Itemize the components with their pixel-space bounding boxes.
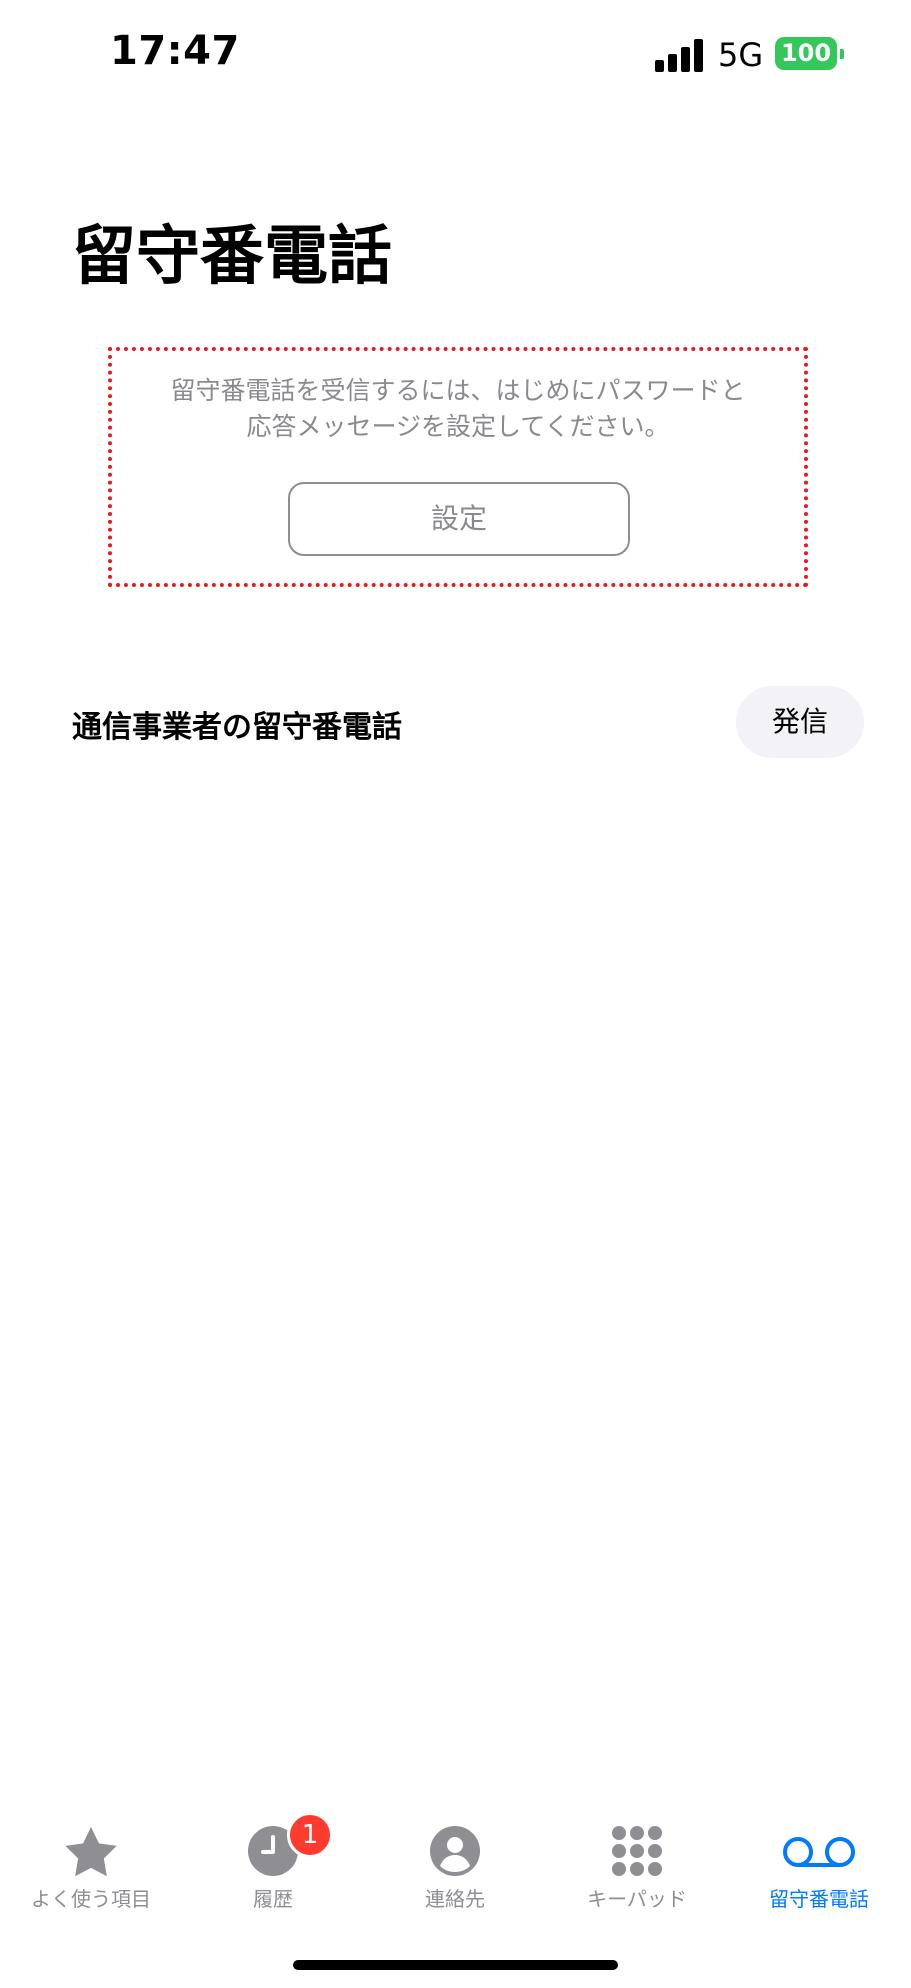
status-bar: 17:47 5G 100 (0, 0, 911, 110)
status-time: 17:47 (110, 28, 240, 74)
person-icon (429, 1825, 481, 1881)
tab-favorites[interactable]: よく使う項目 (0, 1805, 182, 1915)
voicemail-icon (782, 1835, 856, 1873)
recents-badge: 1 (287, 1812, 333, 1858)
voicemail-setup-panel: 留守番電話を受信するには、はじめにパスワードと 応答メッセージを設定してください… (108, 347, 808, 587)
star-icon (63, 1825, 119, 1883)
setup-message: 留守番電話を受信するには、はじめにパスワードと 応答メッセージを設定してください… (112, 373, 804, 445)
setup-message-line2: 応答メッセージを設定してください。 (246, 412, 670, 441)
tab-favorites-label: よく使う項目 (31, 1887, 151, 1911)
call-voicemail-button[interactable]: 発信 (736, 686, 864, 758)
setup-message-line1: 留守番電話を受信するには、はじめにパスワードと (170, 376, 746, 405)
battery-icon: 100 (775, 37, 837, 70)
carrier-voicemail-row: 通信事業者の留守番電話 発信 (0, 680, 911, 760)
signal-strength-icon (655, 38, 703, 72)
network-type: 5G (718, 36, 764, 74)
tab-voicemail-label: 留守番電話 (769, 1887, 869, 1911)
battery-level: 100 (780, 39, 832, 67)
keypad-icon (610, 1825, 664, 1881)
carrier-voicemail-label: 通信事業者の留守番電話 (72, 710, 402, 745)
tab-voicemail[interactable]: 留守番電話 (728, 1805, 910, 1915)
tab-recents-label: 履歴 (253, 1887, 293, 1911)
page-title: 留守番電話 (72, 220, 392, 294)
tab-contacts-label: 連絡先 (425, 1887, 485, 1911)
tab-recents[interactable]: 履歴 (182, 1805, 364, 1915)
tab-bar: よく使う項目 履歴 連絡先 キーパッド 留守番電話 (0, 1805, 911, 1915)
tab-keypad[interactable]: キーパッド (546, 1805, 728, 1915)
tab-keypad-label: キーパッド (587, 1887, 687, 1911)
home-indicator[interactable] (293, 1960, 618, 1970)
tab-contacts[interactable]: 連絡先 (364, 1805, 546, 1915)
battery-tip (840, 49, 844, 59)
setup-button[interactable]: 設定 (288, 482, 630, 556)
